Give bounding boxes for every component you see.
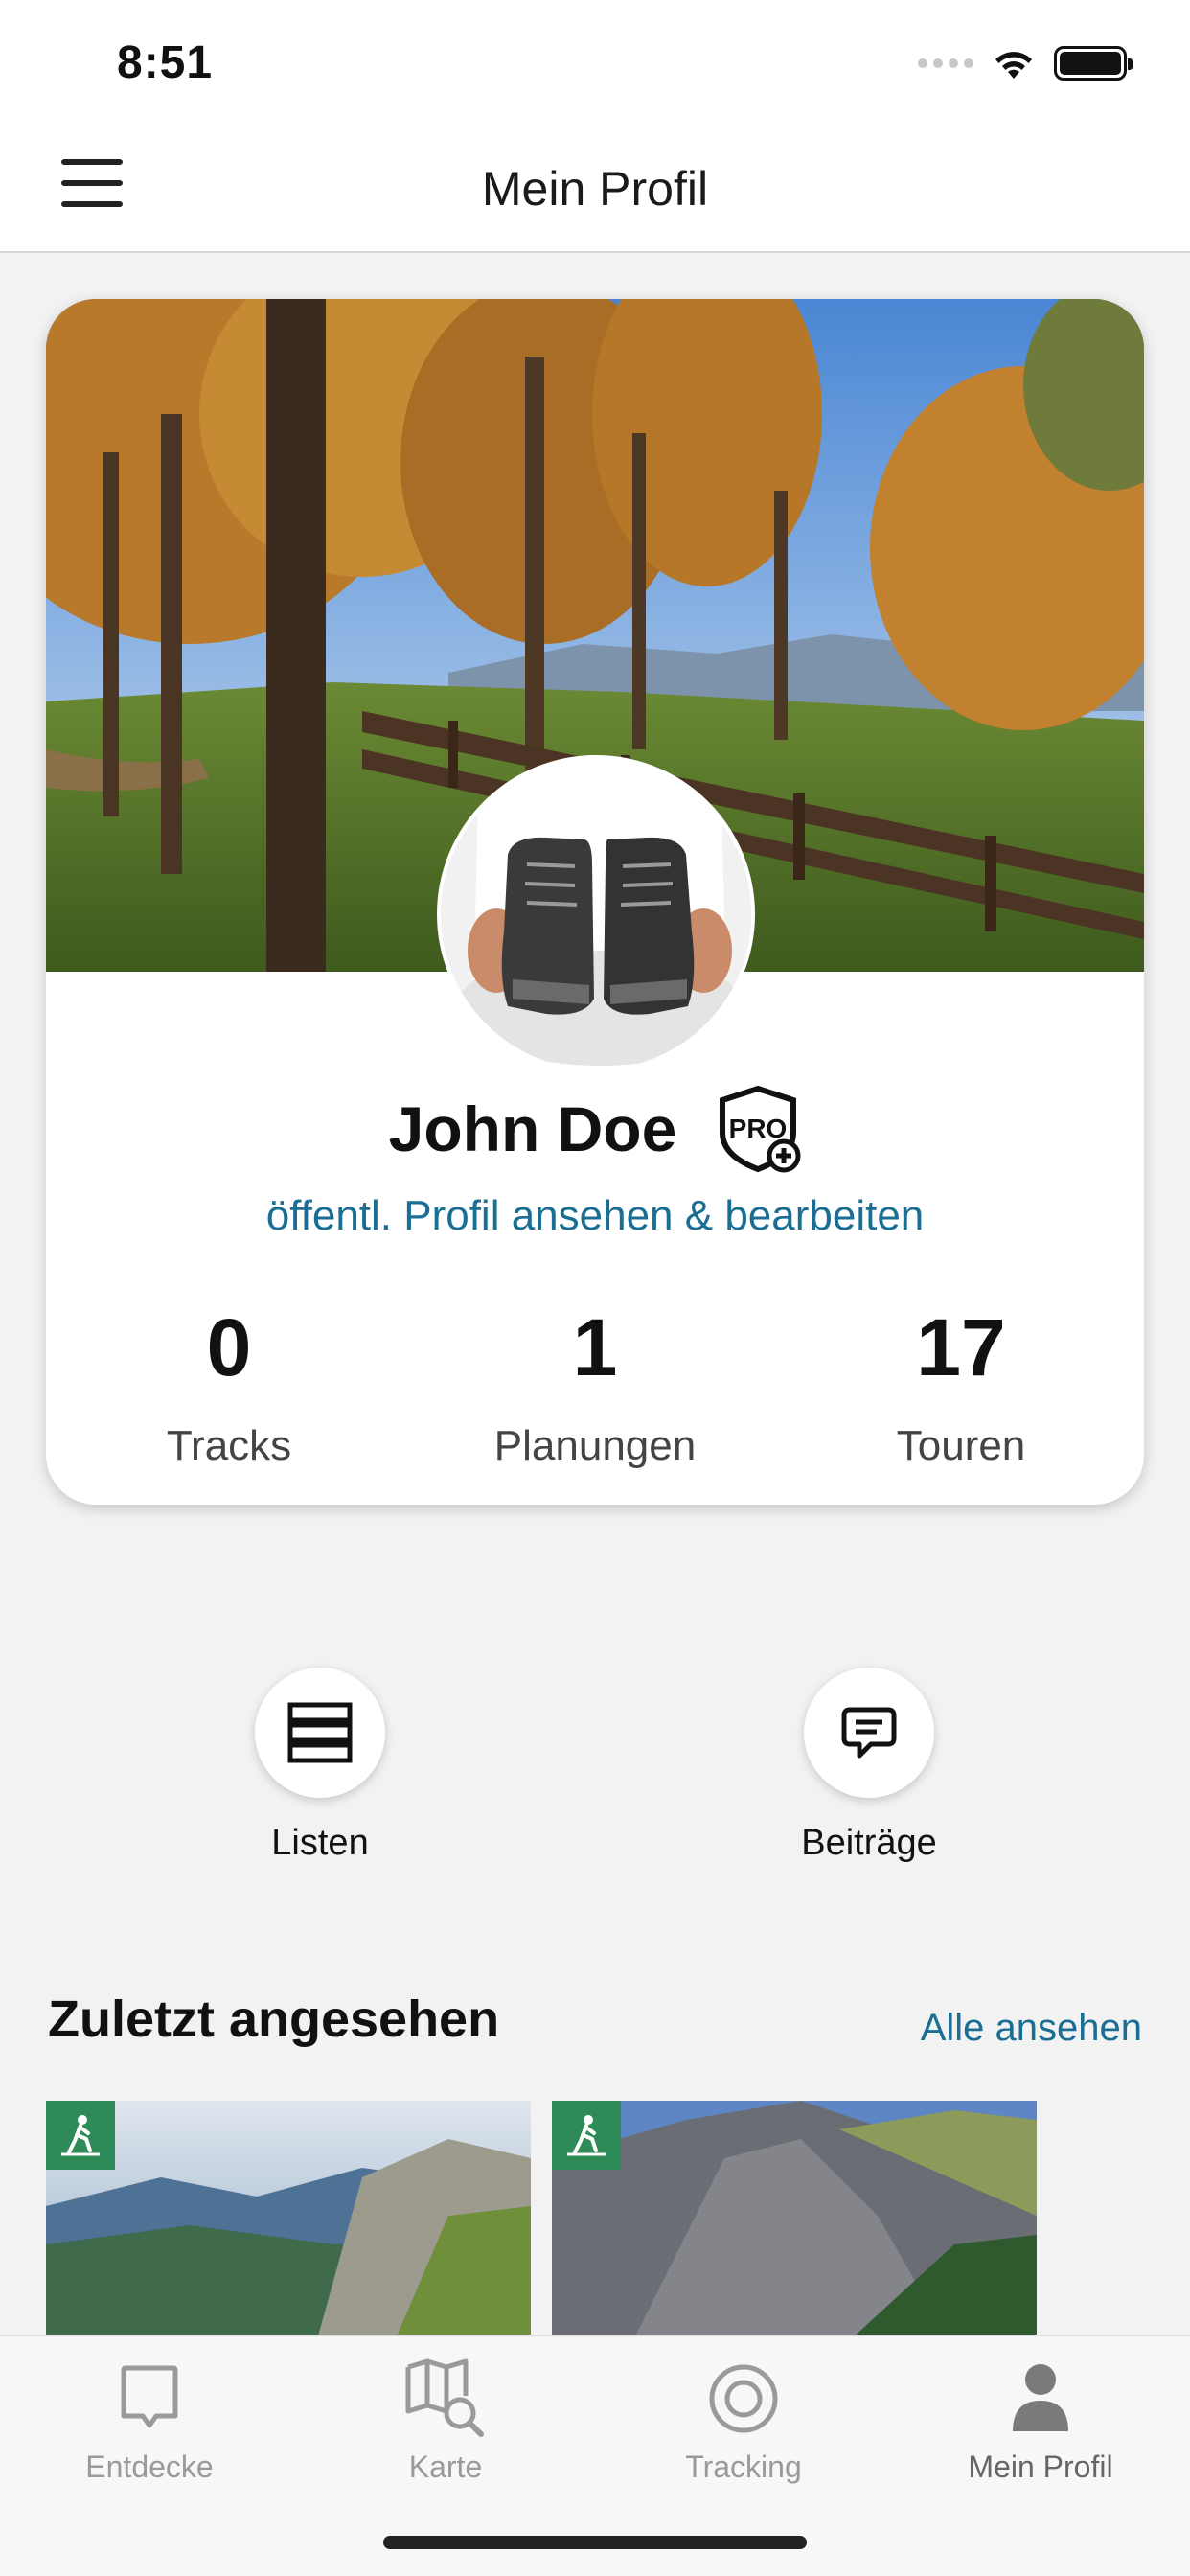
recent-tour-card[interactable] (552, 2101, 1037, 2350)
stat-label: Touren (896, 1422, 1026, 1469)
tab-entdecke[interactable]: Entdecke (25, 2356, 274, 2485)
tab-karte[interactable]: Karte (321, 2356, 570, 2485)
stat-label: Tracks (166, 1422, 292, 1469)
tab-label: Entdecke (85, 2450, 214, 2484)
status-time: 8:51 (117, 37, 214, 88)
cellular-signal-icon (918, 58, 973, 68)
stat-value: 0 (206, 1302, 252, 1392)
hiking-icon (552, 2101, 621, 2170)
stat-planungen[interactable]: 1 Planungen (412, 1307, 778, 1470)
pro-badge-icon: PRO (720, 1085, 801, 1173)
listen-label: Listen (271, 1823, 369, 1863)
status-icons (918, 46, 1133, 80)
recent-title: Zuletzt angesehen (48, 1990, 500, 2048)
list-icon (255, 1668, 385, 1798)
tab-label: Karte (408, 2450, 483, 2484)
discover-icon (25, 2356, 274, 2442)
profile-icon (916, 2356, 1165, 2442)
page-title: Mein Profil (481, 162, 709, 216)
stat-touren[interactable]: 17 Touren (778, 1307, 1144, 1470)
beitraege-label: Beiträge (801, 1823, 937, 1863)
public-profile-link[interactable]: öffentl. Profil ansehen & bearbeiten (46, 1192, 1144, 1240)
see-all-link[interactable]: Alle ansehen (921, 2007, 1142, 2050)
profile-stats: 0 Tracks 1 Planungen 17 Touren (46, 1307, 1144, 1470)
tab-tracking[interactable]: Tracking (619, 2356, 868, 2485)
pro-badge-text: PRO (729, 1114, 788, 1143)
stat-tracks[interactable]: 0 Tracks (46, 1307, 412, 1470)
nav-bar: Mein Profil (0, 126, 1190, 253)
hiking-icon (46, 2101, 115, 2170)
stat-value: 17 (916, 1302, 1006, 1392)
battery-icon (1054, 46, 1133, 80)
home-indicator (383, 2536, 807, 2549)
map-search-icon (321, 2356, 570, 2442)
user-row: John Doe PRO (46, 1085, 1144, 1173)
tab-mein-profil[interactable]: Mein Profil (916, 2356, 1165, 2485)
tab-label: Tracking (685, 2450, 802, 2484)
tab-label: Mein Profil (968, 2450, 1113, 2484)
stat-label: Planungen (493, 1422, 697, 1469)
comment-icon (804, 1668, 934, 1798)
tracking-icon (619, 2356, 868, 2442)
beitraege-button[interactable]: Beiträge (744, 1668, 994, 1864)
listen-button[interactable]: Listen (195, 1668, 445, 1864)
stat-value: 1 (572, 1302, 618, 1392)
recent-tour-card[interactable] (46, 2101, 531, 2350)
avatar[interactable] (437, 755, 755, 1073)
user-name: John Doe (388, 1093, 677, 1164)
status-bar: 8:51 (0, 0, 1190, 126)
wifi-icon (995, 52, 1032, 79)
profile-card: John Doe PRO öffentl. Profil ansehen & b… (46, 299, 1144, 1505)
